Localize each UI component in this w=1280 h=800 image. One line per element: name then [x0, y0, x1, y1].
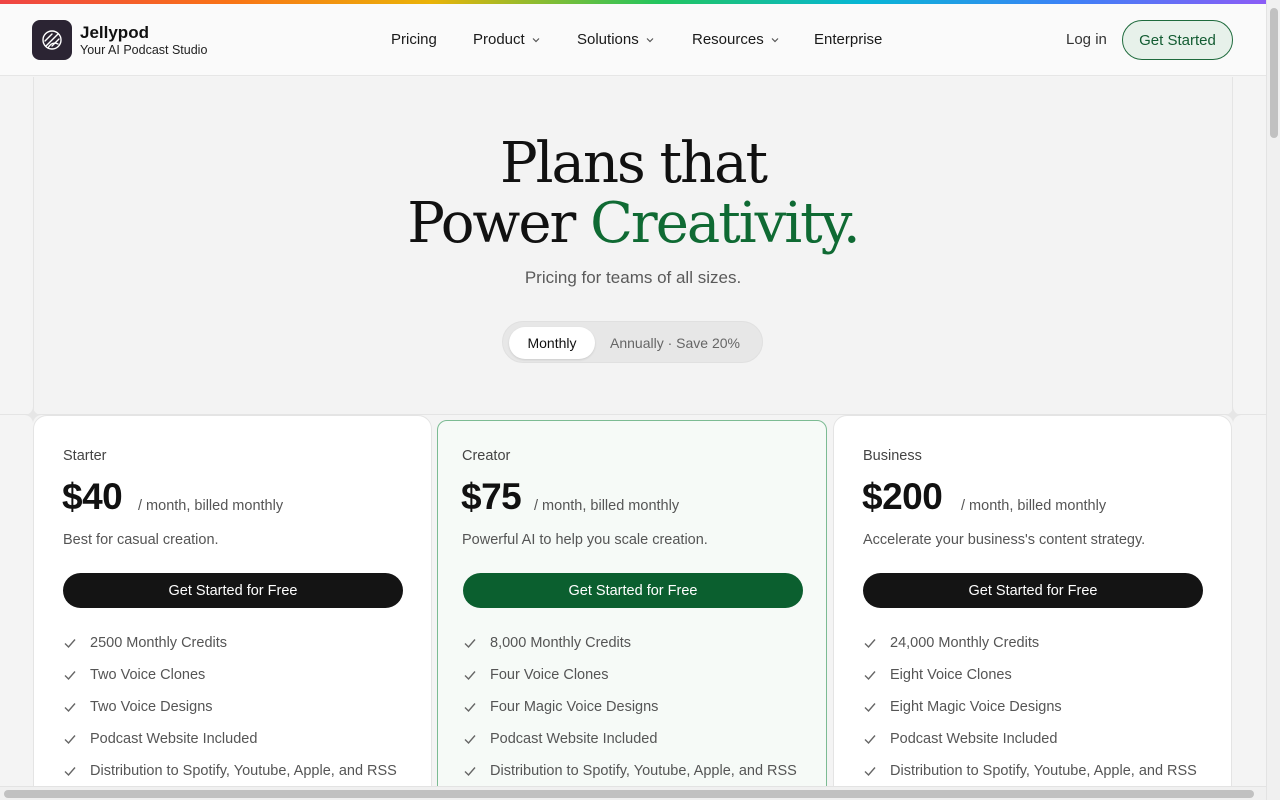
plan-description: Powerful AI to help you scale creation.	[462, 532, 708, 548]
feature-label: Podcast Website Included	[490, 731, 658, 747]
feature-item: Distribution to Spotify, Youtube, Apple,…	[863, 763, 1197, 779]
check-icon	[464, 639, 476, 649]
check-icon	[864, 703, 876, 713]
login-link[interactable]: Log in	[1066, 31, 1107, 48]
check-icon	[464, 735, 476, 745]
check-icon	[464, 767, 476, 777]
feature-label: Eight Voice Clones	[890, 667, 1012, 683]
check-icon	[64, 735, 76, 745]
horizontal-scrollbar[interactable]	[0, 786, 1266, 800]
hero-title-accent: Creativity.	[590, 191, 861, 256]
plan-price: $75	[461, 476, 522, 517]
feature-item: Podcast Website Included	[863, 731, 1057, 747]
horizontal-scrollbar-thumb[interactable]	[4, 790, 1254, 798]
feature-item: 2500 Monthly Credits	[63, 635, 227, 651]
check-icon	[864, 671, 876, 681]
plan-get-started-button[interactable]: Get Started for Free	[63, 573, 403, 608]
feature-label: Four Magic Voice Designs	[490, 699, 659, 715]
vertical-scrollbar-thumb[interactable]	[1270, 8, 1278, 138]
feature-label: Four Voice Clones	[490, 667, 609, 683]
top-navigation: Jellypod Your AI Podcast Studio Pricing …	[0, 4, 1266, 76]
nav-product[interactable]: Product	[473, 31, 541, 48]
feature-label: 8,000 Monthly Credits	[490, 635, 632, 651]
feature-item: Podcast Website Included	[463, 731, 657, 747]
feature-label: Podcast Website Included	[90, 731, 258, 747]
feature-item: Four Voice Clones	[463, 667, 608, 683]
feature-label: Eight Magic Voice Designs	[890, 699, 1062, 715]
plan-description: Best for casual creation.	[63, 532, 219, 548]
nav-resources-label: Resources	[692, 31, 764, 48]
feature-label: Distribution to Spotify, Youtube, Apple,…	[490, 763, 797, 779]
check-icon	[464, 703, 476, 713]
hero-title-line2: Power Creativity.	[0, 196, 1266, 252]
feature-item: Eight Voice Clones	[863, 667, 1012, 683]
hero-title-line1: Plans that	[499, 131, 768, 196]
plan-card-business: Business $200 / month, billed monthly Ac…	[833, 415, 1232, 795]
plan-period: / month, billed monthly	[961, 498, 1107, 514]
feature-item: Two Voice Clones	[63, 667, 205, 683]
check-icon	[64, 767, 76, 777]
nav-pricing[interactable]: Pricing	[391, 31, 437, 48]
hero-title-plain: Power	[407, 191, 576, 256]
hero-subtitle: Pricing for teams of all sizes.	[524, 268, 742, 287]
check-icon	[64, 639, 76, 649]
plan-period: / month, billed monthly	[534, 498, 680, 514]
plan-get-started-button[interactable]: Get Started for Free	[463, 573, 803, 608]
brand-tagline: Your AI Podcast Studio	[80, 43, 208, 57]
check-icon	[64, 671, 76, 681]
feature-label: Distribution to Spotify, Youtube, Apple,…	[890, 763, 1197, 779]
nav-product-label: Product	[473, 31, 525, 48]
feature-label: Two Voice Designs	[90, 699, 213, 715]
chevron-down-icon	[646, 37, 654, 42]
check-icon	[864, 639, 876, 649]
feature-item: Four Magic Voice Designs	[463, 699, 658, 715]
plan-period: / month, billed monthly	[138, 498, 284, 514]
feature-label: Distribution to Spotify, Youtube, Apple,…	[90, 763, 397, 779]
jellypod-logo-icon[interactable]	[32, 20, 72, 60]
vertical-scrollbar[interactable]	[1266, 0, 1280, 800]
nav-enterprise[interactable]: Enterprise	[814, 31, 882, 48]
billing-toggle: Monthly Annually · Save 20%	[502, 321, 763, 363]
chevron-down-icon	[771, 37, 779, 42]
plan-price: $40	[62, 476, 123, 517]
feature-item: 24,000 Monthly Credits	[863, 635, 1039, 651]
plan-card-starter: Starter $40 / month, billed monthly Best…	[33, 415, 432, 795]
feature-item: Eight Magic Voice Designs	[863, 699, 1062, 715]
check-icon	[864, 735, 876, 745]
plan-get-started-button[interactable]: Get Started for Free	[863, 573, 1203, 608]
nav-pricing-label: Pricing	[391, 31, 437, 48]
nav-resources[interactable]: Resources	[692, 31, 780, 48]
plan-card-creator: Creator $75 / month, billed monthly Powe…	[437, 420, 827, 795]
billing-annually-option[interactable]: Annually · Save 20%	[610, 335, 740, 351]
chevron-down-icon	[532, 37, 540, 42]
plan-name: Creator	[462, 448, 511, 464]
feature-item: Distribution to Spotify, Youtube, Apple,…	[463, 763, 797, 779]
check-icon	[464, 671, 476, 681]
feature-label: 2500 Monthly Credits	[90, 635, 228, 651]
feature-label: Podcast Website Included	[890, 731, 1058, 747]
feature-item: Distribution to Spotify, Youtube, Apple,…	[63, 763, 397, 779]
plan-description: Accelerate your business's content strat…	[863, 532, 1146, 548]
feature-label: 24,000 Monthly Credits	[890, 635, 1040, 651]
plan-name: Starter	[63, 448, 107, 464]
nav-solutions-label: Solutions	[577, 31, 639, 48]
plan-price: $200	[862, 476, 943, 517]
feature-label: Two Voice Clones	[90, 667, 206, 683]
feature-item: 8,000 Monthly Credits	[463, 635, 631, 651]
check-icon	[864, 767, 876, 777]
brand-name[interactable]: Jellypod	[80, 23, 149, 43]
get-started-button[interactable]: Get Started	[1122, 20, 1233, 60]
nav-solutions[interactable]: Solutions	[577, 31, 655, 48]
feature-item: Podcast Website Included	[63, 731, 257, 747]
billing-monthly-option[interactable]: Monthly	[509, 327, 595, 359]
feature-item: Two Voice Designs	[63, 699, 213, 715]
nav-enterprise-label: Enterprise	[814, 31, 883, 48]
plan-name: Business	[863, 448, 922, 464]
check-icon	[64, 703, 76, 713]
